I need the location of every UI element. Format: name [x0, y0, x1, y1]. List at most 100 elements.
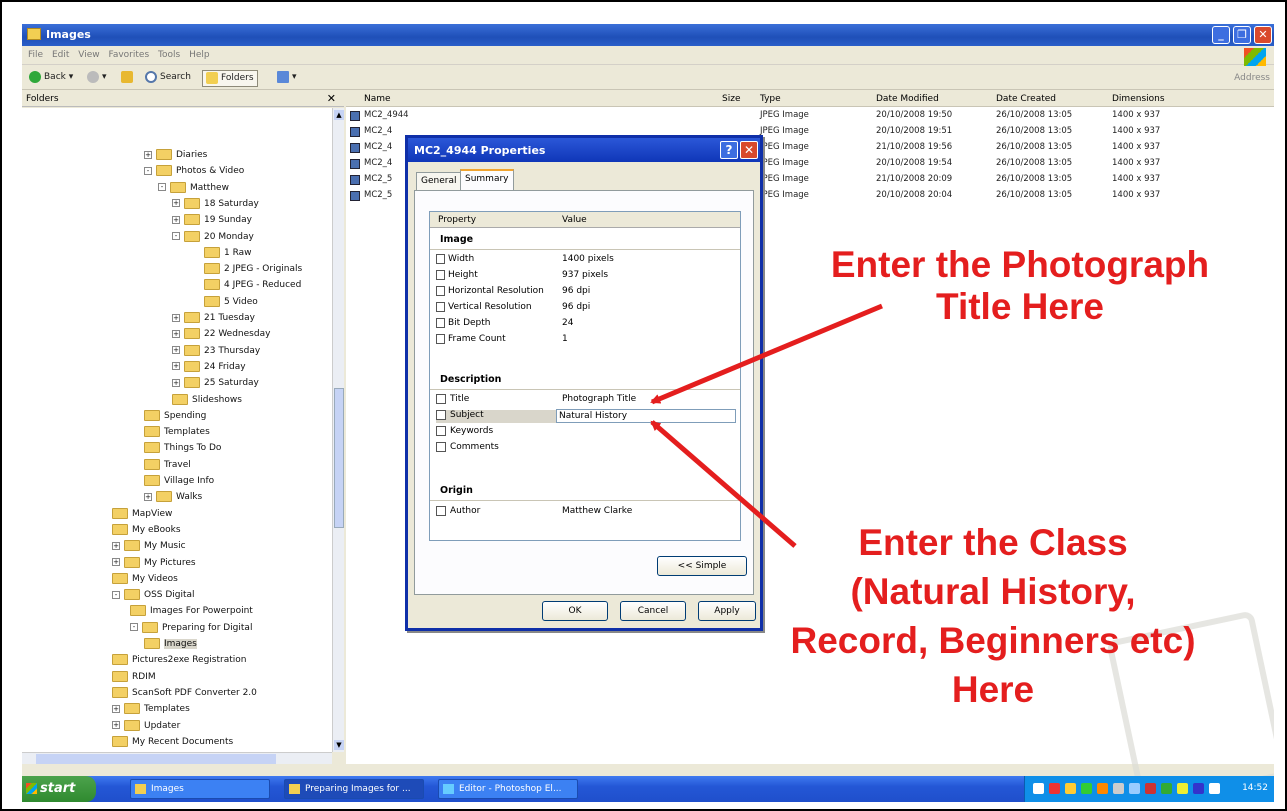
tray-icon[interactable] [1209, 783, 1220, 794]
property-row[interactable]: Width 1400 pixels [436, 254, 734, 267]
tree-item[interactable]: + Walks [144, 490, 202, 504]
property-col-header[interactable]: Property [438, 215, 476, 225]
expander-icon[interactable]: + [172, 329, 180, 338]
tree-item[interactable]: Village Info [144, 474, 214, 488]
forward-button[interactable]: ▾ [84, 70, 110, 87]
taskbar-item-photoshop[interactable]: Editor - Photoshop El... [438, 779, 578, 799]
tab-general[interactable]: General [416, 172, 462, 190]
folder-tree-vscrollbar[interactable]: ▲ ▼ [332, 108, 344, 752]
menu-tools[interactable]: Tools [158, 50, 180, 60]
tree-item[interactable]: - Photos & Video [144, 164, 244, 178]
tree-item[interactable]: 1 Raw [204, 246, 252, 260]
tree-item[interactable]: Slideshows [172, 393, 242, 407]
tree-item[interactable]: +24 Friday [172, 360, 246, 374]
tray-icon[interactable] [1065, 783, 1076, 794]
tree-item[interactable]: My eBooks [112, 523, 181, 537]
tray-icon[interactable] [1177, 783, 1188, 794]
col-name[interactable]: Name [364, 94, 391, 104]
tree-item[interactable]: RDIM [112, 670, 156, 684]
expander-icon[interactable]: + [172, 215, 180, 224]
menu-help[interactable]: Help [189, 50, 210, 60]
tree-item[interactable]: Pictures2exe Registration [112, 653, 246, 667]
help-button[interactable]: ? [720, 141, 738, 159]
property-row[interactable]: Subject Natural History [436, 409, 736, 423]
expander-icon[interactable]: - [158, 183, 166, 192]
expander-icon[interactable]: - [130, 623, 138, 632]
tree-item[interactable]: Images [144, 637, 197, 651]
tab-summary[interactable]: Summary [460, 169, 514, 191]
tree-item[interactable]: 5 Video [204, 295, 258, 309]
maximize-button[interactable]: ❐ [1233, 26, 1251, 44]
expander-icon[interactable]: + [172, 199, 180, 208]
tree-item[interactable]: +18 Saturday [172, 197, 259, 211]
minimize-button[interactable]: _ [1212, 26, 1230, 44]
col-date-modified[interactable]: Date Modified [876, 94, 939, 104]
property-value[interactable]: Photograph Title [562, 394, 636, 404]
property-row[interactable]: Comments [436, 442, 734, 455]
expander-icon[interactable]: + [112, 704, 120, 713]
expander-icon[interactable]: + [172, 313, 180, 322]
folder-tree-hscrollbar[interactable] [22, 752, 332, 764]
tray-icon[interactable] [1097, 783, 1108, 794]
tray-icon[interactable] [1129, 783, 1140, 794]
expander-icon[interactable]: + [112, 721, 120, 729]
subject-input[interactable]: Natural History [556, 409, 736, 423]
tree-item[interactable]: Images For Powerpoint [130, 604, 253, 618]
expander-icon[interactable]: + [172, 378, 180, 387]
tray-icon[interactable] [1033, 783, 1044, 794]
tree-item[interactable]: Things To Do [144, 441, 221, 455]
expander-icon[interactable]: + [112, 541, 120, 550]
tree-item[interactable]: MapView [112, 507, 172, 521]
tree-item[interactable]: 2 JPEG - Originals [204, 262, 302, 276]
scroll-thumb[interactable] [334, 388, 344, 528]
tree-item[interactable]: My Recent Documents [112, 735, 233, 749]
property-row[interactable]: Keywords [436, 426, 734, 439]
property-row[interactable]: Frame Count 1 [436, 334, 734, 347]
expander-icon[interactable]: + [144, 492, 152, 501]
expander-icon[interactable]: - [172, 232, 180, 240]
up-folder-button[interactable] [118, 70, 139, 87]
tree-item[interactable]: + My Pictures [112, 556, 196, 570]
property-value[interactable]: Matthew Clarke [562, 506, 632, 516]
scroll-down-icon[interactable]: ▼ [334, 740, 344, 750]
value-col-header[interactable]: Value [562, 215, 587, 225]
tree-item[interactable]: - Preparing for Digital [130, 621, 252, 635]
tray-icon[interactable] [1193, 783, 1204, 794]
tray-icon[interactable] [1145, 783, 1156, 794]
tree-item[interactable]: Travel [144, 458, 191, 472]
tree-item[interactable]: + Templates [112, 702, 190, 716]
expander-icon[interactable]: + [144, 150, 152, 159]
tree-item[interactable]: +21 Tuesday [172, 311, 255, 325]
hscroll-thumb[interactable] [36, 754, 276, 764]
property-row[interactable]: Horizontal Resolution 96 dpi [436, 286, 734, 299]
tray-icon[interactable] [1081, 783, 1092, 794]
tree-item[interactable]: + Updater [112, 719, 180, 733]
tree-item[interactable]: - 20 Monday [172, 230, 254, 244]
cancel-button[interactable]: Cancel [620, 601, 686, 621]
dialog-close-button[interactable]: ✕ [740, 141, 758, 159]
tray-icon[interactable] [1113, 783, 1124, 794]
expander-icon[interactable]: + [172, 362, 180, 371]
property-row[interactable]: Author Matthew Clarke [436, 506, 734, 519]
dialog-titlebar[interactable]: MC2_4944 Properties ? ✕ [408, 138, 760, 162]
start-button[interactable]: start [22, 776, 96, 802]
taskbar-item-preparing[interactable]: Preparing Images for ... [284, 779, 424, 799]
tree-item[interactable]: +19 Sunday [172, 213, 252, 227]
clock[interactable]: 14:52 [1242, 783, 1268, 793]
col-date-created[interactable]: Date Created [996, 94, 1056, 104]
folders-button[interactable]: Folders [202, 70, 258, 87]
tray-icon[interactable] [1161, 783, 1172, 794]
tree-item[interactable]: Spending [144, 409, 206, 423]
expander-icon[interactable]: - [112, 590, 120, 599]
tree-item[interactable]: +22 Wednesday [172, 327, 270, 341]
expander-icon[interactable]: - [144, 166, 152, 175]
back-button[interactable]: Back ▾ [26, 70, 76, 87]
col-dimensions[interactable]: Dimensions [1112, 94, 1165, 104]
menu-view[interactable]: View [78, 50, 99, 60]
tree-item[interactable]: My Videos [112, 572, 178, 586]
views-button[interactable]: ▾ [274, 70, 300, 87]
search-button[interactable]: Search [142, 70, 194, 87]
close-button[interactable]: ✕ [1254, 26, 1272, 44]
menu-edit[interactable]: Edit [52, 50, 69, 60]
property-row[interactable]: Vertical Resolution 96 dpi [436, 302, 734, 315]
